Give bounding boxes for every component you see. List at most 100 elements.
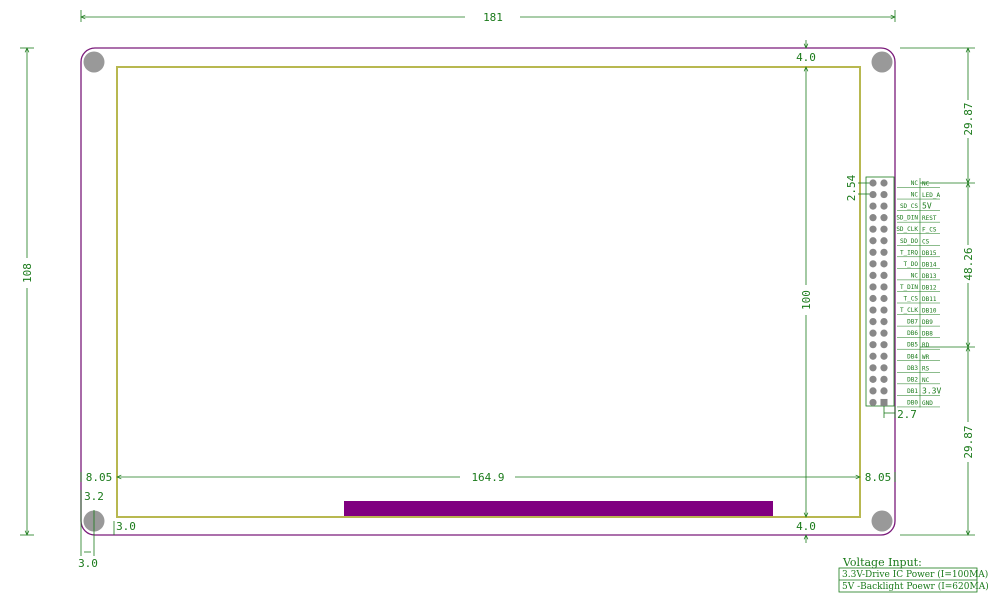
dimension-drawing: 181 108 100 4.0 4.0 164.9 8.05 8.05 3.2 … [20,10,989,593]
pin-label-right: F_CS [922,227,937,234]
overall-height-label: 108 [21,263,34,283]
hole-offset-dimensions: 3.2 3.0 3.0 [78,490,136,570]
active-width-dimension: 164.9 [117,471,860,484]
pin-label-right: DB14 [922,261,937,268]
top-margin-label: 4.0 [796,51,816,64]
left-margin-label: 8.05 [86,471,113,484]
pin-label-left: SD_DIN [896,215,918,222]
pin-label-right: DB10 [922,308,937,315]
active-height-dimension: 100 [800,67,813,517]
pin-label-right: RS [922,365,930,372]
header-pin [869,202,877,210]
header-pin [880,260,888,268]
header-pin [880,283,888,291]
pin-label-left: SD_CS [900,203,918,210]
pin-label-right: GND [922,400,933,407]
pin-label-right: CS [922,238,930,245]
right-bottom-label: 29.87 [962,425,975,458]
voltage-note-line1: 3.3V-Drive IC Power (I=100MA) [842,569,988,580]
header-pin [880,375,888,383]
header-pin [880,271,888,279]
pin-label-right: DB11 [922,296,937,303]
pin-label-right: DB8 [922,331,933,338]
board-outline [80,47,896,536]
pin-label-right: NC [922,377,930,384]
pin-label-right: REST [922,215,937,222]
overall-height-dimension: 108 [20,48,34,535]
voltage-note-title: Voltage Input: [842,556,922,569]
header-pin [869,271,877,279]
pin-label-right: LED_A [922,192,940,199]
pin-label-right: RD [922,342,930,349]
pin-array [869,179,888,407]
right-margin-label: 8.05 [865,471,892,484]
pin-label-right: DB13 [922,273,937,280]
right-mid-label: 48.26 [962,247,975,280]
pin-label-left: T_DO [904,261,919,268]
header-pin [880,179,888,187]
active-area [116,66,861,518]
pin-label-left: SD_CLK [896,226,918,233]
header-pin [869,387,877,395]
header-pin [869,225,877,233]
pin-label-left: SD_DO [900,238,918,245]
active-height-label: 100 [800,290,813,310]
header-pin [880,341,888,349]
header-pin [880,329,888,337]
header-pin [869,248,877,256]
bottom-margin-dimension: 4.0 [796,520,816,543]
header-offset-label: 2.7 [897,408,917,421]
header-pin [869,329,877,337]
header-pin [880,387,888,395]
header-pin [869,237,877,245]
pin-label-left: NC [911,272,919,279]
header-pin [880,248,888,256]
hole-offset-bottom-label: 3.0 [116,520,136,533]
pin-label-left: NC [911,180,919,187]
right-top-label: 29.87 [962,102,975,135]
header-pin [869,352,877,360]
header-pin [880,398,888,406]
pin-label-left: DB1 [907,388,918,395]
pin-label-left: DB6 [907,330,918,337]
pin-label-left: DB3 [907,365,918,372]
pin-pitch-dimension: 2.54 [845,174,872,201]
bottom-margin-label: 4.0 [796,520,816,533]
header-pin [869,341,877,349]
pin-label-left: T_CLK [900,307,918,314]
pin-label-left: NC [911,192,919,199]
pin-label-right: 3.3V [922,386,941,395]
pin-label-left: DB7 [907,319,918,326]
top-margin-dimension: 4.0 [796,40,816,64]
mounting-hole-bottom-right [871,510,893,532]
pin-label-right: WR [922,354,930,361]
voltage-note: Voltage Input: 3.3V-Drive IC Power (I=10… [838,556,989,593]
pin-label-left: DB5 [907,342,918,349]
pin-label-right: 5V [922,202,932,211]
pin-label-right: DB9 [922,319,933,326]
pin-header [865,176,895,407]
header-pin [869,260,877,268]
pin-label-right: DB12 [922,284,937,291]
header-offset-dimension: 2.7 [883,406,917,421]
header-pin [869,398,877,407]
right-margin-dimension: 8.05 [865,471,896,484]
overall-width-label: 181 [483,11,503,24]
pin-label-right: NC [922,181,930,188]
left-margin-dimension: 8.05 [80,471,113,484]
pin-label-left: DB4 [907,353,918,360]
header-pin [880,190,888,199]
pin-label-right: DB15 [922,250,937,257]
pin-label-left: T_CS [904,296,919,303]
header-pin [869,214,877,222]
header-pin [869,318,877,326]
mounting-hole-top-left [83,51,105,73]
fpc-bar [344,501,773,516]
header-pin [880,318,888,326]
header-pin [880,306,888,314]
active-width-label: 164.9 [471,471,504,484]
pin-label-left: T_DIN [900,284,918,291]
header-pin [869,364,877,372]
header-pin [869,190,877,199]
pin-label-left: DB0 [907,399,918,406]
